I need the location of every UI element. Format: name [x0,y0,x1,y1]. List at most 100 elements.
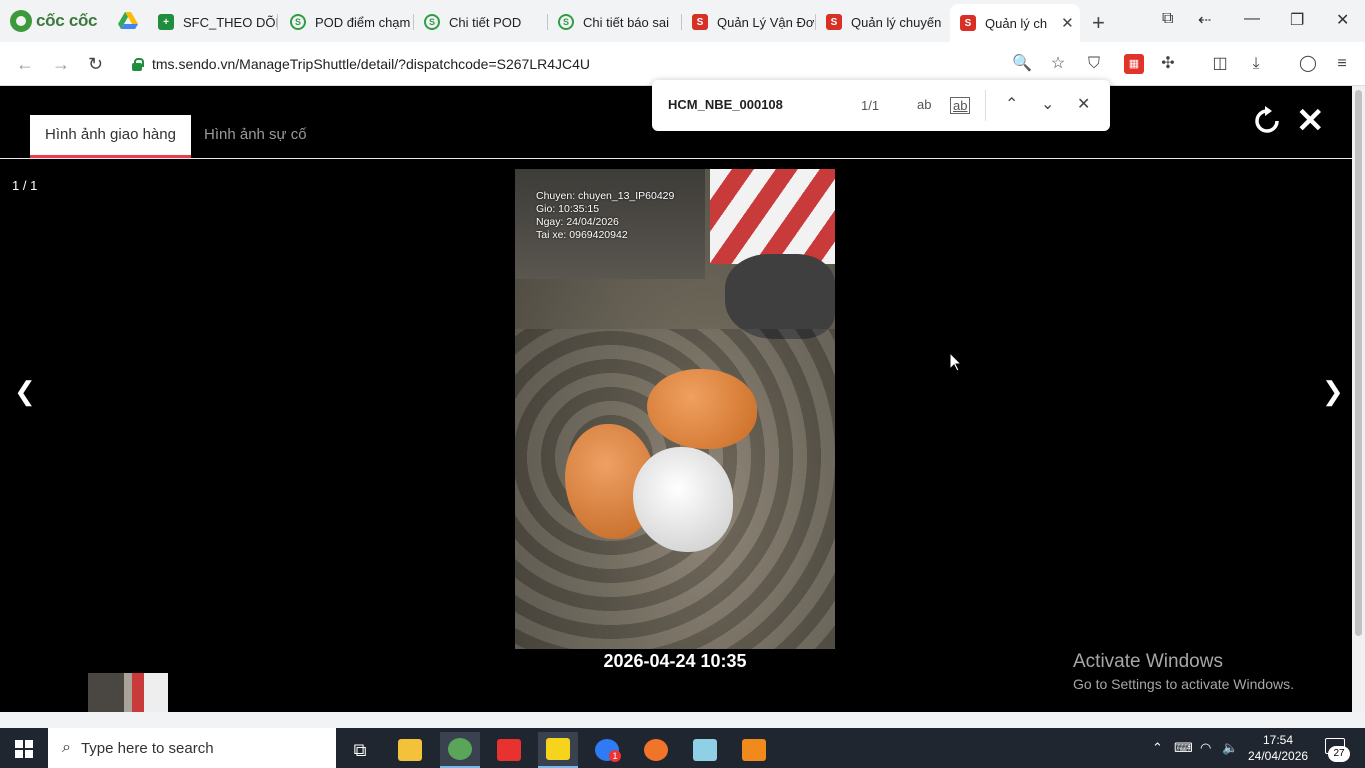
tab-chi-tiet-bao-sai[interactable]: Chi tiết báo sai [548,7,682,37]
clock-time: 17:54 [1262,733,1294,747]
download-icon[interactable]: ⤓ [1246,54,1266,74]
tray-network-device-icon[interactable]: ⌨ [1174,740,1193,756]
taskbar-search[interactable]: ⌕ Type here to search [48,728,336,768]
tab-label: Chi tiết POD [449,14,522,30]
image-counter: 1 / 1 [12,178,38,193]
sendo-icon [290,14,306,30]
tab-chi-tiet-pod[interactable]: Chi tiết POD [414,7,548,37]
stamp-time: Gio: 10:35:15 [536,203,600,215]
sendo-red-icon: S [826,14,842,30]
brand-name: cốc cốc [36,11,98,30]
browser-bottom-strip [0,712,1365,728]
match-case-button[interactable]: ab [917,97,931,112]
tab-pod-diem-cham[interactable]: POD điểm chạm [280,7,414,37]
browser-tab-bar: cốc cốc + SFC_THEO DÕI POD điểm chạm Chi… [0,0,1365,42]
sticky-notes-icon[interactable] [538,732,578,768]
mouse-cursor-icon [950,353,962,372]
close-viewer-icon[interactable]: ✕ [1296,104,1325,138]
tray-chevron-up-icon[interactable]: ⌃ [1152,740,1163,756]
extension-sendo-icon[interactable]: ▦ [1124,54,1144,74]
tab-separator [277,14,278,30]
sendo-red-icon: S [692,14,708,30]
shield-icon[interactable]: ⛉ [1084,54,1104,74]
whole-word-button[interactable]: ab [950,97,971,114]
task-view-icon[interactable]: ⧉ [340,732,380,768]
tab-incident-images[interactable]: Hình ảnh sự cố [189,115,322,158]
find-close-icon[interactable]: ✕ [1077,94,1090,114]
forward-icon[interactable]: → [52,54,70,75]
sendo-icon [558,14,574,30]
search-tabs-icon[interactable]: ⧉ [1162,10,1173,28]
page-scrollbar[interactable] [1352,86,1365,712]
clock-date: 24/04/2026 [1248,749,1309,763]
coccoc-taskbar-icon[interactable] [440,732,480,768]
find-next-chevron-down-icon[interactable]: ⌄ [1041,94,1054,114]
photo-datetime: 2026-04-24 10:35 [603,651,747,671]
close-window-icon[interactable]: ✕ [1336,10,1349,30]
tab-label: SFC_THEO DÕI [183,14,278,30]
tab-quan-ly-van-don[interactable]: S Quản Lý Vận Đơ [682,7,816,37]
scrollbar-thumb[interactable] [1355,90,1362,636]
notification-badge: 27 [1328,746,1350,762]
restore-icon[interactable]: ❐ [1290,10,1304,30]
photo-curb [710,169,835,264]
app-cube-icon[interactable] [734,732,774,768]
rotate-icon[interactable] [1252,106,1282,136]
url-text: tms.sendo.vn/ManageTripShuttle/detail/?d… [152,56,591,72]
image-viewer: Hình ảnh giao hàng Hình ảnh sự cố ✕ 1 / … [0,86,1352,712]
photo-stamp: Chuyen: chuyen_13_IP60429 Gio: 10:35:15 … [536,190,674,242]
watermark-title: Activate Windows [1073,651,1223,672]
tab-quan-ly-chuyen[interactable]: S Quản lý chuyến [816,7,950,37]
windows-start-icon[interactable] [15,740,33,758]
tab-sfc-theo-doi[interactable]: + SFC_THEO DÕI [148,7,278,37]
find-input[interactable]: HCM_NBE_000108 [668,97,783,112]
app-orange-icon[interactable] [636,732,676,768]
search-placeholder: Type here to search [80,739,214,757]
photo-rock [725,254,835,339]
photo-thumbnail[interactable] [88,673,168,712]
windows-taskbar: ⌕ Type here to search ⧉ 1 ⌃ ⌨ ◠ 🔈 17:54 … [0,728,1365,768]
file-explorer-icon[interactable] [390,732,430,768]
tab-label: Quản Lý Vận Đơ [717,14,815,30]
zalo-badge: 1 [609,750,621,762]
activate-windows-watermark: Activate Windows Go to Settings to activ… [1073,651,1294,692]
zalo-icon[interactable]: 1 [587,732,627,768]
stamp-date: Ngay: 24/04/2026 [536,216,619,228]
back-history-icon[interactable]: ⇠ [1198,10,1211,30]
sendo-icon [424,14,440,30]
find-prev-chevron-up-icon[interactable]: ⌃ [1005,94,1018,114]
bookmark-star-icon[interactable]: ☆ [1048,54,1068,74]
url-field[interactable]: tms.sendo.vn/ManageTripShuttle/detail/?d… [120,48,1000,80]
volume-icon[interactable]: 🔈 [1222,740,1238,756]
tab-delivery-images[interactable]: Hình ảnh giao hàng [30,115,191,158]
split-view-icon[interactable]: ◫ [1210,54,1230,74]
app-blue-icon[interactable] [685,732,725,768]
tab-quan-ly-active[interactable]: S Quản lý ch ✕ [950,4,1080,42]
wps-office-icon[interactable] [489,732,529,768]
reload-icon[interactable]: ↻ [88,54,103,75]
wifi-icon[interactable]: ◠ [1200,740,1211,756]
profile-icon[interactable]: ◯ [1298,54,1318,74]
find-match-count: 1/1 [861,98,880,113]
page-search-icon[interactable]: 🔍 [1012,54,1032,74]
google-drive-icon[interactable] [118,12,138,30]
coccoc-logo[interactable]: cốc cốc [10,9,98,33]
tab-label: Quản lý ch [985,15,1048,31]
stamp-driver: Tai xe: 0969420942 [536,229,628,241]
prev-image-button[interactable]: ❮ [14,376,36,407]
close-tab-icon[interactable]: ✕ [1061,14,1074,32]
tab-label: POD điểm chạm [315,14,411,30]
new-tab-button[interactable]: + [1092,10,1105,36]
tab-label: Quản lý chuyến [851,14,942,30]
find-in-page-bar: HCM_NBE_000108 1/1 ab ab ⌃ ⌄ ✕ [652,80,1110,131]
back-icon[interactable]: ← [16,54,34,75]
next-image-button[interactable]: ❯ [1322,376,1344,407]
taskbar-clock[interactable]: 17:54 24/04/2026 [1248,732,1308,764]
extensions-puzzle-icon[interactable]: ✣ [1158,54,1178,74]
lock-icon[interactable] [130,57,144,71]
sendo-red-icon: S [960,15,976,31]
minimize-icon[interactable]: — [1244,10,1260,28]
find-divider [985,90,986,121]
menu-icon[interactable]: ≡ [1332,54,1352,74]
sheet-icon: + [158,14,174,30]
